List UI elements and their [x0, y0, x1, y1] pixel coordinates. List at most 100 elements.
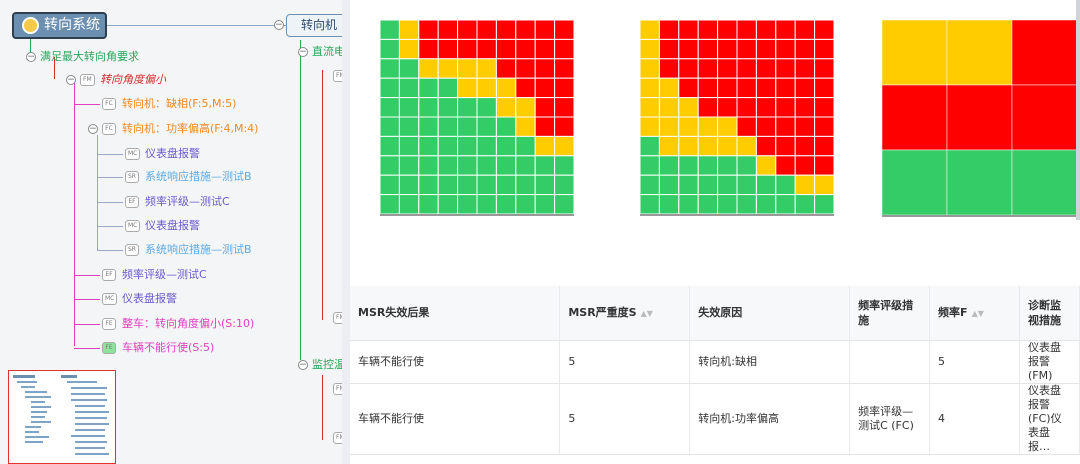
heatmap-cell[interactable]	[515, 116, 536, 137]
heatmap-cell[interactable]	[755, 20, 777, 40]
root-node[interactable]: 转向系统	[12, 12, 107, 39]
heatmap-cell[interactable]	[418, 38, 439, 60]
heatmap-cell[interactable]	[697, 77, 719, 99]
heatmap-cell[interactable]	[476, 155, 497, 176]
heatmap-cell[interactable]	[775, 58, 796, 79]
heatmap-cell[interactable]	[380, 116, 400, 137]
heatmap-cell[interactable]	[380, 194, 400, 215]
heatmap-cell[interactable]	[946, 20, 1013, 86]
heatmap-cell[interactable]	[476, 38, 497, 60]
heatmap-cell[interactable]	[658, 116, 680, 137]
heatmap-cell[interactable]	[717, 38, 738, 60]
heatmap-cell[interactable]	[658, 77, 680, 99]
heatmap-cell[interactable]	[697, 20, 719, 40]
heatmap-cell[interactable]	[717, 116, 738, 137]
heatmap-cell[interactable]	[534, 116, 556, 137]
heatmap-cell[interactable]	[398, 58, 420, 79]
heatmap-cell[interactable]	[814, 194, 835, 215]
heatmap-cell[interactable]	[775, 116, 796, 137]
heatmap-cell[interactable]	[640, 194, 660, 215]
heatmap-cell[interactable]	[398, 97, 420, 118]
heatmap-cell[interactable]	[457, 135, 478, 157]
heatmap-cell[interactable]	[755, 155, 777, 176]
heatmap-cell[interactable]	[476, 116, 497, 137]
heatmap-cell[interactable]	[554, 20, 575, 40]
heatmap-cell[interactable]	[775, 38, 796, 60]
heatmap-cell[interactable]	[554, 155, 575, 176]
heatmap-cell[interactable]	[554, 116, 575, 137]
heatmap-cell[interactable]	[534, 174, 556, 196]
heatmap-cell[interactable]	[640, 38, 660, 60]
heatmap-cell[interactable]	[775, 174, 796, 196]
heatmap-cell[interactable]	[515, 194, 536, 215]
heatmap-cell[interactable]	[554, 77, 575, 99]
heatmap-cell[interactable]	[794, 97, 816, 118]
heatmap-cell[interactable]	[640, 155, 660, 176]
heatmap-cell[interactable]	[794, 20, 816, 40]
heatmap-cell[interactable]	[658, 135, 680, 157]
heatmap-cell[interactable]	[437, 97, 459, 118]
heatmap-cell[interactable]	[794, 38, 816, 60]
heatmap-cell[interactable]	[736, 97, 757, 118]
heatmap-cell[interactable]	[775, 194, 796, 215]
tree-node-label[interactable]: 仪表盘报警	[122, 292, 177, 306]
heatmap-cell[interactable]	[794, 135, 816, 157]
heatmap-cell[interactable]	[658, 155, 680, 176]
heatmap-cell[interactable]	[678, 116, 699, 137]
heatmap-cell[interactable]	[398, 174, 420, 196]
heatmap-cell[interactable]	[882, 84, 948, 151]
tree-node-label[interactable]: 频率评级—测试C	[145, 195, 230, 209]
heatmap-cell[interactable]	[658, 174, 680, 196]
heatmap-cell[interactable]	[418, 194, 439, 215]
mindmap-panel[interactable]: 转向系统 − 转向机 满足最大转向角要求 − FM 转向角度偏小 − FC 转向机：缺相(F…	[0, 0, 342, 464]
heatmap-cell[interactable]	[476, 20, 497, 40]
heatmap-cell[interactable]	[1011, 84, 1078, 151]
heatmap-cell[interactable]	[437, 135, 459, 157]
heatmap-cell[interactable]	[437, 20, 459, 40]
heatmap-cell[interactable]	[495, 38, 517, 60]
heatmap-cell[interactable]	[678, 194, 699, 215]
heatmap-cell[interactable]	[534, 38, 556, 60]
heatmap-cell[interactable]	[437, 58, 459, 79]
sort-icon[interactable]: ▲▼	[972, 306, 984, 321]
heatmap-cell[interactable]	[380, 174, 400, 196]
heatmap-cell[interactable]	[476, 194, 497, 215]
heatmap-cell[interactable]	[418, 174, 439, 196]
heatmap-cell[interactable]	[678, 155, 699, 176]
collapse-toggle[interactable]: −	[298, 47, 308, 57]
heatmap-cell[interactable]	[755, 174, 777, 196]
tree-node-label[interactable]: 车辆不能行使(S:5)	[122, 341, 214, 355]
heatmap-cell[interactable]	[534, 135, 556, 157]
heatmap-cell[interactable]	[678, 20, 699, 40]
heatmap-cell[interactable]	[755, 77, 777, 99]
heatmap-cell[interactable]	[717, 20, 738, 40]
heatmap-cell[interactable]	[515, 77, 536, 99]
heatmap-cell[interactable]	[495, 174, 517, 196]
heatmap-cell[interactable]	[658, 38, 680, 60]
heatmap-cell[interactable]	[775, 135, 796, 157]
tree-node-label[interactable]: 系统响应措施—测试B	[145, 170, 252, 184]
heatmap-cell[interactable]	[794, 58, 816, 79]
column-header[interactable]: MSR严重度S ▲▼	[559, 286, 691, 341]
heatmap-cell[interactable]	[882, 20, 948, 86]
heatmap-cell[interactable]	[717, 135, 738, 157]
tree-node-label[interactable]: 转向机：功率偏高(F:4,M:4)	[122, 122, 258, 136]
heatmap-cell[interactable]	[437, 194, 459, 215]
heatmap-cell[interactable]	[697, 135, 719, 157]
heatmap-cell[interactable]	[736, 116, 757, 137]
sort-icon[interactable]: ▲▼	[641, 306, 653, 321]
heatmap-cell[interactable]	[398, 194, 420, 215]
heatmap-cell[interactable]	[658, 58, 680, 79]
table-row[interactable]: 车辆不能行使 5 转向机:缺相 5 仪表盘报警(FM)	[350, 340, 1080, 384]
tree-node-label[interactable]: 仪表盘报警	[145, 147, 200, 161]
heatmap-cell[interactable]	[495, 135, 517, 157]
heatmap-cell[interactable]	[717, 77, 738, 99]
heatmap-cell[interactable]	[495, 194, 517, 215]
heatmap-cell[interactable]	[380, 20, 400, 40]
heatmap-cell[interactable]	[515, 20, 536, 40]
heatmap-cell[interactable]	[398, 20, 420, 40]
heatmap-cell[interactable]	[640, 135, 660, 157]
heatmap-cell[interactable]	[476, 174, 497, 196]
heatmap-cell[interactable]	[678, 38, 699, 60]
heatmap-cell[interactable]	[697, 174, 719, 196]
